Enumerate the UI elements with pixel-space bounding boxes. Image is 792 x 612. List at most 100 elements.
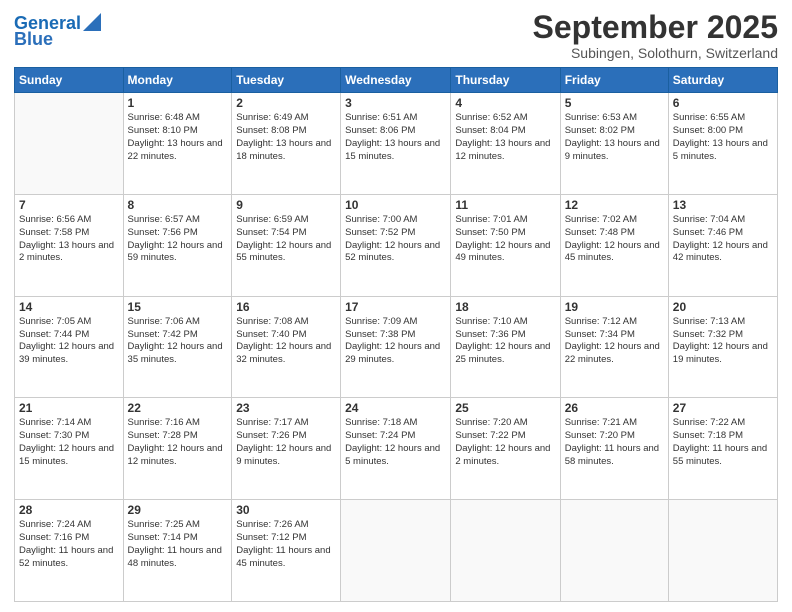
sunset-text: Sunset: 7:22 PM [455,430,555,443]
day-number: 12 [565,198,664,212]
day-cell: 26 Sunrise: 7:21 AM Sunset: 7:20 PM Dayl… [560,398,668,500]
day-cell: 16 Sunrise: 7:08 AM Sunset: 7:40 PM Dayl… [232,296,341,398]
cell-content: Sunrise: 7:21 AM Sunset: 7:20 PM Dayligh… [565,417,664,468]
day-cell: 23 Sunrise: 7:17 AM Sunset: 7:26 PM Dayl… [232,398,341,500]
sunset-text: Sunset: 8:02 PM [565,125,664,138]
day-cell: 12 Sunrise: 7:02 AM Sunset: 7:48 PM Dayl… [560,194,668,296]
sunset-text: Sunset: 7:46 PM [673,227,773,240]
daylight-text: Daylight: 13 hours and 15 minutes. [345,138,446,164]
day-number: 28 [19,503,119,517]
sunrise-text: Sunrise: 6:56 AM [19,214,119,227]
daylight-text: Daylight: 13 hours and 18 minutes. [236,138,336,164]
day-number: 30 [236,503,336,517]
daylight-text: Daylight: 13 hours and 2 minutes. [19,240,119,266]
day-cell: 8 Sunrise: 6:57 AM Sunset: 7:56 PM Dayli… [123,194,232,296]
day-cell: 11 Sunrise: 7:01 AM Sunset: 7:50 PM Dayl… [451,194,560,296]
day-number: 2 [236,96,336,110]
daylight-text: Daylight: 12 hours and 22 minutes. [565,341,664,367]
day-number: 25 [455,401,555,415]
sunrise-text: Sunrise: 7:26 AM [236,519,336,532]
sunset-text: Sunset: 7:14 PM [128,532,228,545]
sunrise-text: Sunrise: 7:05 AM [19,316,119,329]
cell-content: Sunrise: 7:24 AM Sunset: 7:16 PM Dayligh… [19,519,119,570]
daylight-text: Daylight: 12 hours and 45 minutes. [565,240,664,266]
day-number: 20 [673,300,773,314]
sunset-text: Sunset: 7:44 PM [19,329,119,342]
cell-content: Sunrise: 7:26 AM Sunset: 7:12 PM Dayligh… [236,519,336,570]
day-number: 7 [19,198,119,212]
sunrise-text: Sunrise: 7:08 AM [236,316,336,329]
sunset-text: Sunset: 7:56 PM [128,227,228,240]
sunset-text: Sunset: 7:52 PM [345,227,446,240]
day-cell: 21 Sunrise: 7:14 AM Sunset: 7:30 PM Dayl… [15,398,124,500]
sunrise-text: Sunrise: 7:17 AM [236,417,336,430]
sunrise-text: Sunrise: 6:53 AM [565,112,664,125]
week-row-1: 1 Sunrise: 6:48 AM Sunset: 8:10 PM Dayli… [15,93,778,195]
sunrise-text: Sunrise: 7:18 AM [345,417,446,430]
day-cell [560,500,668,602]
cell-content: Sunrise: 7:12 AM Sunset: 7:34 PM Dayligh… [565,316,664,367]
day-number: 1 [128,96,228,110]
logo: General Blue [14,14,101,50]
sunrise-text: Sunrise: 7:24 AM [19,519,119,532]
cell-content: Sunrise: 6:52 AM Sunset: 8:04 PM Dayligh… [455,112,555,163]
sunrise-text: Sunrise: 6:48 AM [128,112,228,125]
col-sunday: Sunday [15,68,124,93]
day-number: 14 [19,300,119,314]
cell-content: Sunrise: 7:08 AM Sunset: 7:40 PM Dayligh… [236,316,336,367]
sunset-text: Sunset: 7:30 PM [19,430,119,443]
cell-content: Sunrise: 7:13 AM Sunset: 7:32 PM Dayligh… [673,316,773,367]
sunrise-text: Sunrise: 7:01 AM [455,214,555,227]
day-cell: 14 Sunrise: 7:05 AM Sunset: 7:44 PM Dayl… [15,296,124,398]
day-cell: 9 Sunrise: 6:59 AM Sunset: 7:54 PM Dayli… [232,194,341,296]
col-friday: Friday [560,68,668,93]
day-cell: 20 Sunrise: 7:13 AM Sunset: 7:32 PM Dayl… [668,296,777,398]
col-monday: Monday [123,68,232,93]
calendar-page: General Blue September 2025 Subingen, So… [0,0,792,612]
day-number: 27 [673,401,773,415]
cell-content: Sunrise: 6:59 AM Sunset: 7:54 PM Dayligh… [236,214,336,265]
day-cell: 10 Sunrise: 7:00 AM Sunset: 7:52 PM Dayl… [341,194,451,296]
sunset-text: Sunset: 7:28 PM [128,430,228,443]
day-cell: 27 Sunrise: 7:22 AM Sunset: 7:18 PM Dayl… [668,398,777,500]
daylight-text: Daylight: 12 hours and 49 minutes. [455,240,555,266]
day-cell: 2 Sunrise: 6:49 AM Sunset: 8:08 PM Dayli… [232,93,341,195]
day-cell: 24 Sunrise: 7:18 AM Sunset: 7:24 PM Dayl… [341,398,451,500]
col-wednesday: Wednesday [341,68,451,93]
sunrise-text: Sunrise: 6:57 AM [128,214,228,227]
daylight-text: Daylight: 13 hours and 5 minutes. [673,138,773,164]
title-block: September 2025 Subingen, Solothurn, Swit… [533,10,778,61]
cell-content: Sunrise: 7:06 AM Sunset: 7:42 PM Dayligh… [128,316,228,367]
daylight-text: Daylight: 12 hours and 39 minutes. [19,341,119,367]
day-number: 5 [565,96,664,110]
page-header: General Blue September 2025 Subingen, So… [14,10,778,61]
cell-content: Sunrise: 7:18 AM Sunset: 7:24 PM Dayligh… [345,417,446,468]
sunset-text: Sunset: 7:42 PM [128,329,228,342]
daylight-text: Daylight: 12 hours and 15 minutes. [19,443,119,469]
day-number: 23 [236,401,336,415]
day-number: 15 [128,300,228,314]
sunset-text: Sunset: 7:18 PM [673,430,773,443]
daylight-text: Daylight: 11 hours and 45 minutes. [236,545,336,571]
cell-content: Sunrise: 6:53 AM Sunset: 8:02 PM Dayligh… [565,112,664,163]
sunrise-text: Sunrise: 7:21 AM [565,417,664,430]
daylight-text: Daylight: 12 hours and 32 minutes. [236,341,336,367]
daylight-text: Daylight: 12 hours and 42 minutes. [673,240,773,266]
day-cell: 7 Sunrise: 6:56 AM Sunset: 7:58 PM Dayli… [15,194,124,296]
cell-content: Sunrise: 6:56 AM Sunset: 7:58 PM Dayligh… [19,214,119,265]
day-number: 21 [19,401,119,415]
sunrise-text: Sunrise: 6:49 AM [236,112,336,125]
cell-content: Sunrise: 6:49 AM Sunset: 8:08 PM Dayligh… [236,112,336,163]
day-number: 3 [345,96,446,110]
sunset-text: Sunset: 8:00 PM [673,125,773,138]
day-cell: 18 Sunrise: 7:10 AM Sunset: 7:36 PM Dayl… [451,296,560,398]
sunrise-text: Sunrise: 6:51 AM [345,112,446,125]
sunrise-text: Sunrise: 7:12 AM [565,316,664,329]
day-number: 16 [236,300,336,314]
cell-content: Sunrise: 6:55 AM Sunset: 8:00 PM Dayligh… [673,112,773,163]
cell-content: Sunrise: 6:51 AM Sunset: 8:06 PM Dayligh… [345,112,446,163]
day-number: 18 [455,300,555,314]
calendar-table: Sunday Monday Tuesday Wednesday Thursday… [14,67,778,602]
cell-content: Sunrise: 7:05 AM Sunset: 7:44 PM Dayligh… [19,316,119,367]
sunrise-text: Sunrise: 7:13 AM [673,316,773,329]
